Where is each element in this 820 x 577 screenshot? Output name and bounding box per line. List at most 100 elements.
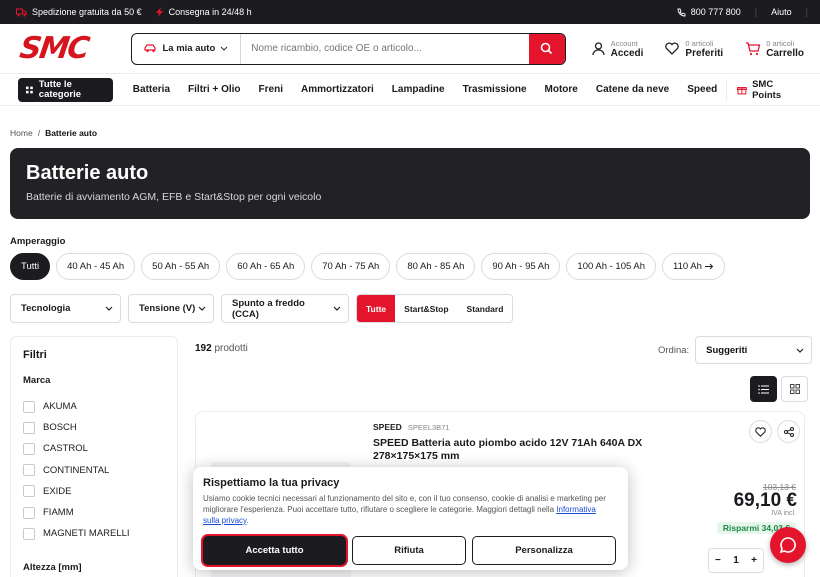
car-selector-label: La mia auto	[162, 43, 216, 54]
checkbox[interactable]	[23, 464, 35, 477]
brand-label: EXIDE	[43, 485, 72, 497]
brand-option[interactable]: FIAMM	[23, 502, 165, 523]
voltage-select-label: Tensione (V)	[139, 303, 196, 314]
chip-110-label: 110 Ah	[673, 261, 702, 272]
product-title[interactable]: SPEED Batteria auto piombo acido 12V 71A…	[373, 437, 653, 463]
favorite-button[interactable]	[749, 420, 772, 443]
category-hero: Batterie auto Batterie di avviamento AGM…	[10, 148, 810, 219]
cart-count: 0 articoli	[766, 38, 795, 48]
view-toggle	[750, 376, 808, 402]
cookie-body: Usiamo cookie tecnici necessari al funzi…	[203, 494, 606, 514]
share-button[interactable]	[777, 420, 800, 443]
search-input[interactable]	[241, 43, 529, 54]
cart-link[interactable]: 0 articoli Carrello	[745, 39, 804, 59]
search-button[interactable]	[528, 33, 565, 64]
account-small: Account	[610, 38, 638, 48]
chip-50-55[interactable]: 50 Ah - 55 Ah	[141, 253, 221, 280]
checkbox[interactable]	[23, 485, 35, 498]
chip-60-65[interactable]: 60 Ah - 65 Ah	[226, 253, 306, 280]
list-view-button[interactable]	[750, 376, 777, 402]
brand-option[interactable]: AKUMA	[23, 396, 165, 417]
sort-control: Ordina: Suggeriti	[658, 336, 813, 364]
help-link[interactable]: Aiuto	[771, 7, 792, 17]
grid-view-button[interactable]	[781, 376, 808, 402]
segment-all[interactable]: Tutte	[357, 295, 396, 322]
chevron-down-icon	[105, 306, 113, 311]
brand-option[interactable]: MAGNETI MARELLI	[23, 523, 165, 544]
phone-icon	[677, 8, 686, 16]
nav-item-lampadine[interactable]: Lampadine	[383, 84, 454, 95]
heart-icon	[755, 426, 766, 437]
cart-label: Carrello	[766, 47, 804, 59]
checkbox[interactable]	[23, 400, 35, 413]
nav-item-speed[interactable]: Speed	[678, 84, 726, 95]
brand-option[interactable]: CONTINENTAL	[23, 460, 165, 481]
logo[interactable]: SMC	[18, 31, 113, 66]
segment-start-stop[interactable]: Start&Stop	[395, 295, 457, 322]
technology-select[interactable]: Tecnologia	[10, 294, 121, 323]
brand-option[interactable]: EXIDE	[23, 481, 165, 502]
nav-item-batteria[interactable]: Batteria	[124, 84, 179, 95]
chip-110[interactable]: 110 Ah	[662, 253, 725, 280]
chip-90-95[interactable]: 90 Ah - 95 Ah	[481, 253, 561, 280]
nav-item-motore[interactable]: Motore	[536, 84, 587, 95]
height-heading: Altezza [mm]	[23, 562, 82, 574]
gift-icon	[737, 86, 748, 94]
phone-link[interactable]: 800 777 800	[677, 7, 741, 17]
truck-icon	[16, 8, 27, 16]
cookie-title: Rispettiamo la tua privacy	[203, 477, 340, 489]
chip-40-45[interactable]: 40 Ah - 45 Ah	[56, 253, 136, 280]
checkbox[interactable]	[23, 442, 35, 455]
favorites-link[interactable]: 0 articoli Preferiti	[665, 39, 723, 59]
chevron-down-icon	[796, 348, 804, 353]
breadcrumb-home[interactable]: Home	[10, 128, 33, 138]
brand-label: CASTROL	[43, 443, 88, 455]
amperage-label: Amperaggio	[10, 236, 66, 247]
all-categories-label: Tutte le categorie	[38, 78, 82, 100]
results-label: prodotti	[214, 343, 248, 354]
chip-all[interactable]: Tutti	[10, 253, 51, 280]
nav-item-ammortizzatori[interactable]: Ammortizzatori	[292, 84, 383, 95]
car-selector[interactable]: La mia auto	[132, 33, 242, 64]
share-icon	[783, 426, 794, 437]
nav-item-trasmissione[interactable]: Trasmissione	[454, 84, 536, 95]
sort-select[interactable]: Suggeriti	[695, 336, 813, 364]
nav-item-filtri-olio[interactable]: Filtri + Olio	[179, 84, 250, 95]
product-sku: SPEEL3B71	[407, 422, 450, 432]
cart-icon	[746, 41, 761, 55]
brand-option[interactable]: BOSCH	[23, 417, 165, 438]
chip-80-85[interactable]: 80 Ah - 85 Ah	[396, 253, 476, 280]
reject-button[interactable]: Rifiuta	[352, 536, 466, 565]
account-link[interactable]: Account Accedi	[591, 38, 643, 59]
segment-standard[interactable]: Standard	[458, 295, 513, 322]
chip-70-75[interactable]: 70 Ah - 75 Ah	[311, 253, 391, 280]
quantity-value[interactable]: 1	[733, 555, 739, 566]
cca-select[interactable]: Spunto a freddo (CCA)	[221, 294, 349, 323]
chip-100-105[interactable]: 100 Ah - 105 Ah	[566, 253, 657, 280]
favorites-label: Preferiti	[685, 47, 724, 59]
checkbox[interactable]	[23, 527, 35, 540]
cca-select-label: Spunto a freddo (CCA)	[232, 297, 305, 320]
breadcrumb-current: Batterie auto	[45, 128, 98, 138]
smc-points-label: SMC Points	[752, 78, 782, 101]
shipping-info: Spedizione gratuita da 50 €	[16, 7, 142, 17]
minus-button[interactable]: −	[715, 555, 721, 566]
plus-button[interactable]: +	[751, 555, 757, 566]
checkbox[interactable]	[23, 421, 35, 434]
nav-item-catene[interactable]: Catene da neve	[587, 84, 678, 95]
page-subtitle: Batterie di avviamento AGM, EFB e Start&…	[26, 191, 322, 203]
brand-option[interactable]: CASTROL	[23, 438, 165, 459]
shipping-text: Spedizione gratuita da 50 €	[32, 7, 142, 17]
header: SMC La mia auto AccountAccedi 0 articoli…	[0, 24, 820, 74]
customize-button[interactable]: Personalizza	[472, 536, 616, 565]
accept-all-button[interactable]: Accetta tutto	[203, 536, 346, 565]
all-categories-button[interactable]: Tutte le categorie	[18, 77, 113, 102]
chevron-down-icon	[333, 306, 341, 311]
checkbox[interactable]	[23, 506, 35, 519]
cookie-text: Usiamo cookie tecnici necessari al funzi…	[203, 494, 606, 525]
nav-item-freni[interactable]: Freni	[250, 84, 292, 95]
chat-button[interactable]	[770, 527, 806, 563]
voltage-select[interactable]: Tensione (V)	[128, 294, 214, 323]
smc-points-link[interactable]: SMC Points	[726, 78, 804, 101]
amperage-chips: Tutti 40 Ah - 45 Ah 50 Ah - 55 Ah 60 Ah …	[10, 253, 725, 280]
